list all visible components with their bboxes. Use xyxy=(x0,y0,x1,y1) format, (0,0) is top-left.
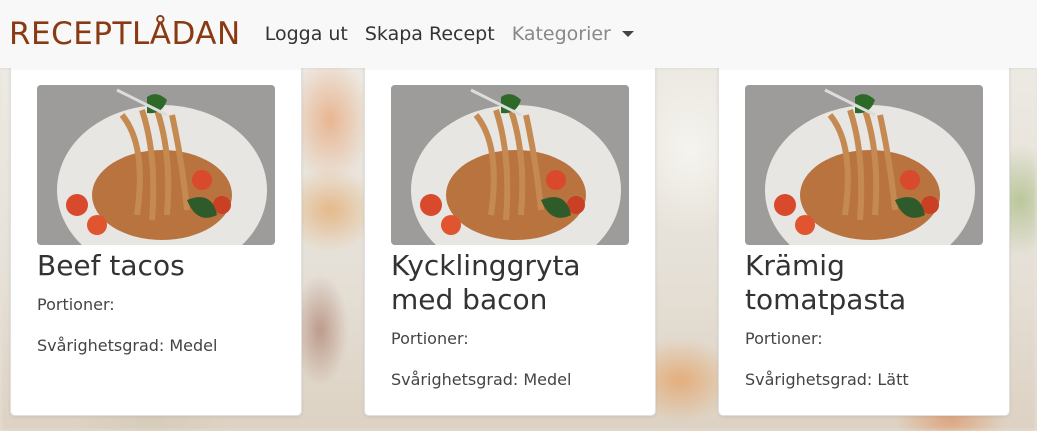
recipe-portions: Portioner: xyxy=(37,295,115,314)
brand-logo[interactable]: RECEPTLÅDAN xyxy=(9,16,241,52)
nav-dropdown-label: Kategorier xyxy=(511,23,611,45)
recipe-difficulty: Svårighetsgrad: Medel xyxy=(391,370,572,389)
recipe-card[interactable]: Krämig tomatpasta Portioner: Svårighetsg… xyxy=(718,60,1010,416)
recipe-image xyxy=(391,85,629,245)
recipe-image xyxy=(37,85,275,245)
recipe-portions: Portioner: xyxy=(745,329,823,348)
navbar: RECEPTLÅDAN Logga ut Skapa Recept Katego… xyxy=(0,0,1037,68)
recipe-card[interactable]: Kycklinggryta med bacon Portioner: Svåri… xyxy=(364,60,656,416)
recipe-image xyxy=(745,85,983,245)
recipe-card[interactable]: Beef tacos Portioner: Svårighetsgrad: Me… xyxy=(10,60,302,416)
nav-dropdown-categories[interactable]: Kategorier xyxy=(512,23,634,45)
recipe-title[interactable]: Beef tacos xyxy=(37,249,287,283)
recipe-portions: Portioner: xyxy=(391,329,469,348)
recipe-title[interactable]: Krämig tomatpasta xyxy=(745,249,995,317)
nav-link-logout[interactable]: Logga ut xyxy=(265,23,348,45)
caret-down-icon xyxy=(621,31,634,37)
nav-link-create-recipe[interactable]: Skapa Recept xyxy=(365,23,495,45)
recipe-difficulty: Svårighetsgrad: Lätt xyxy=(745,370,909,389)
recipe-difficulty: Svårighetsgrad: Medel xyxy=(37,336,218,355)
recipe-title[interactable]: Kycklinggryta med bacon xyxy=(391,249,641,317)
